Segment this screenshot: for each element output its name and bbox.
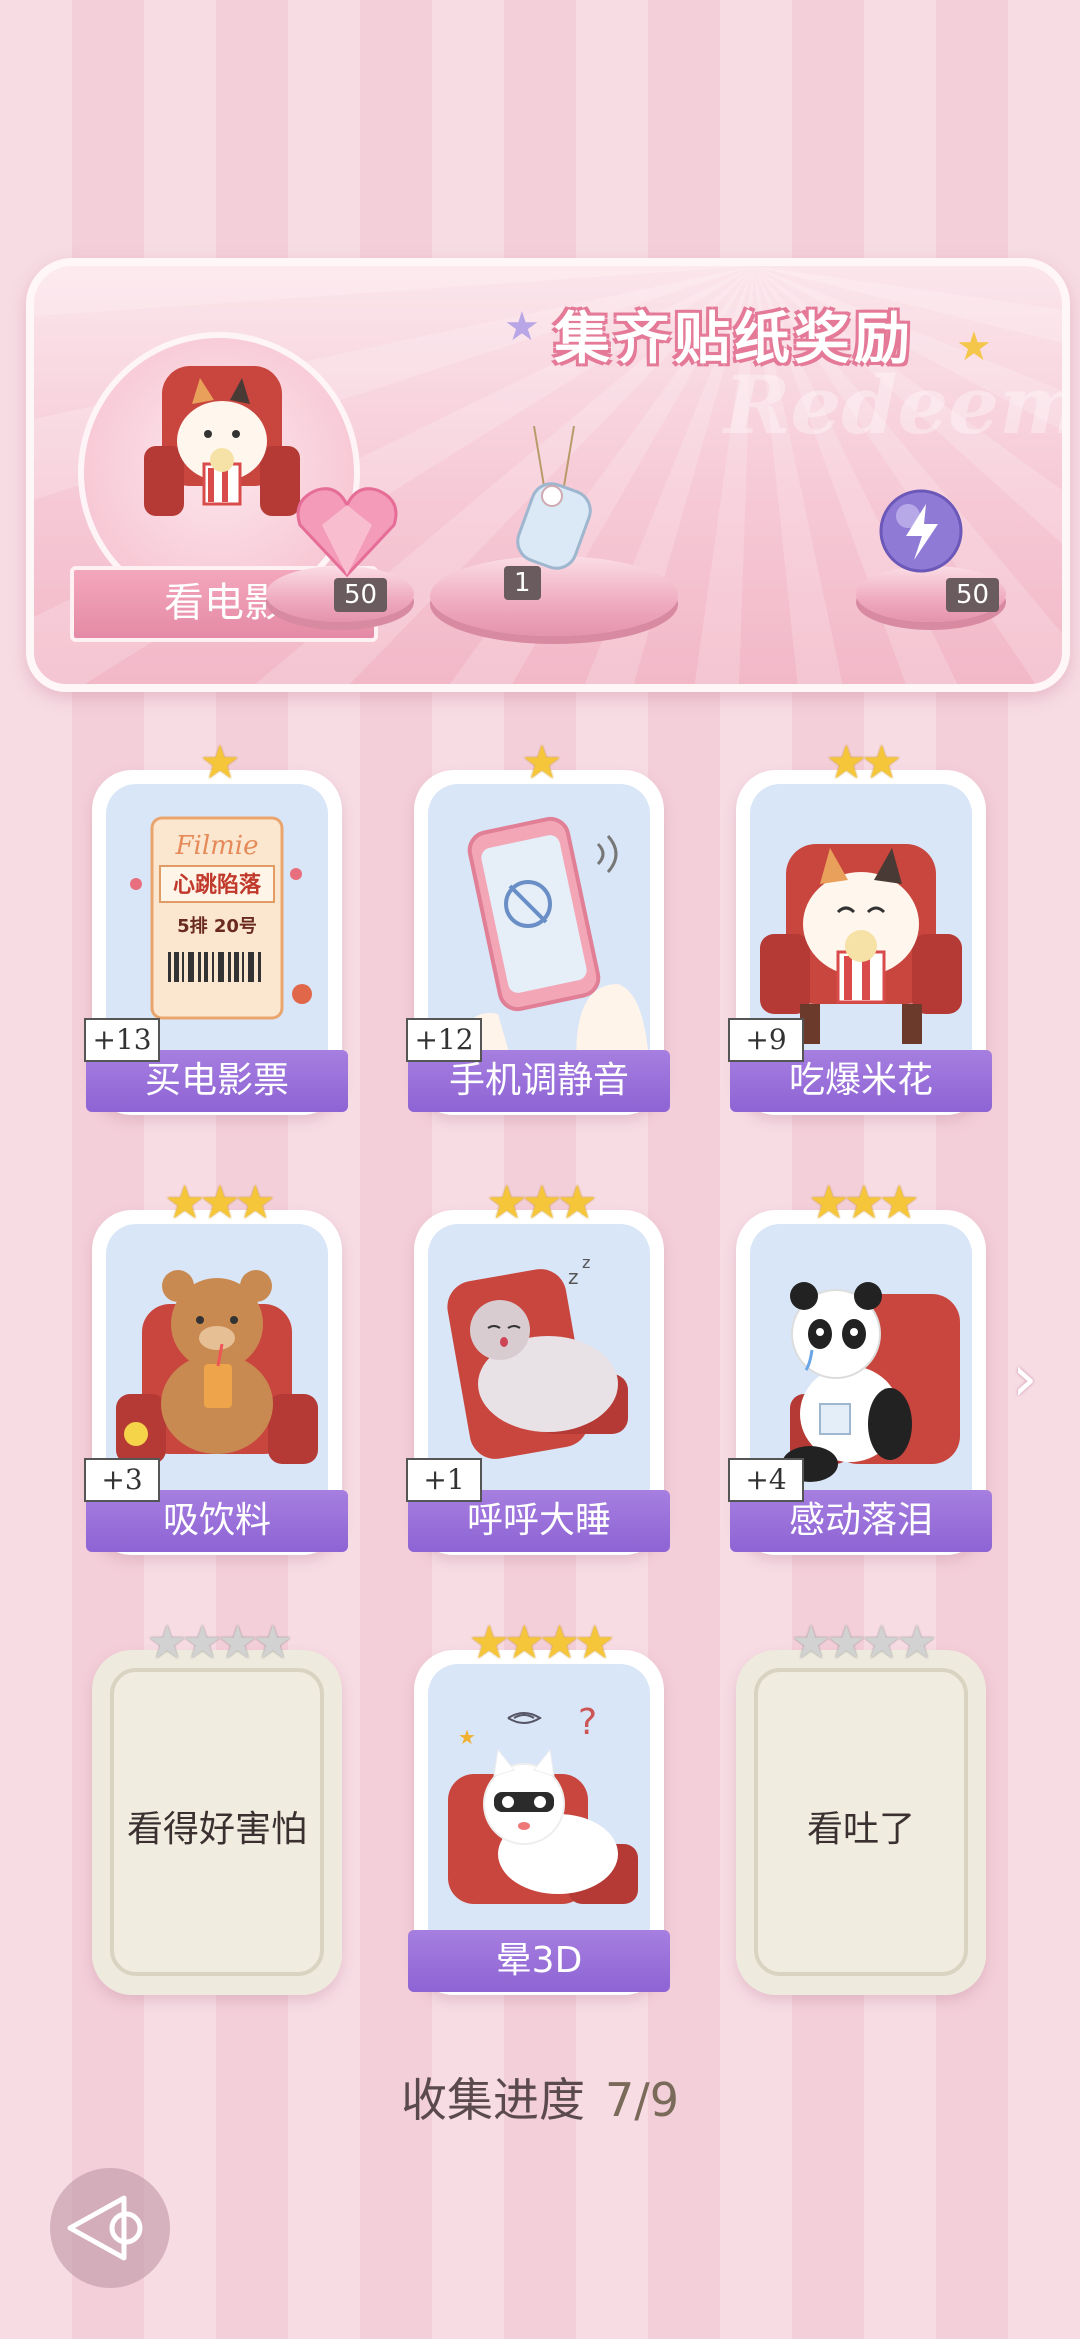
star-rating: ★★★ [164, 1175, 276, 1229]
star-rating: ★ [199, 735, 240, 789]
card-name: 看得好害怕 [126, 1809, 307, 1850]
card-name: 晕3D [408, 1930, 670, 1992]
star-rating: ★ [521, 735, 562, 789]
reward-count: 1 [504, 566, 541, 600]
back-button[interactable] [50, 2168, 170, 2288]
sticker-card-sleep[interactable]: ★★★ z z 呼呼大睡 +1 [406, 1176, 670, 1555]
star-rating: ★★ [825, 735, 903, 789]
back-arrow-icon [67, 2195, 143, 2261]
sticker-card-drink[interactable]: ★★★ 吸饮料 +3 [84, 1176, 348, 1555]
star-rating: ★★★ [486, 1175, 598, 1229]
sticker-card-puke-locked[interactable]: ★★★★ 看吐了 [736, 1616, 986, 1995]
bottle-charm-icon [516, 426, 592, 570]
bonus-badge: +9 [728, 1018, 804, 1062]
pink-heart-gem-icon [296, 487, 398, 578]
bonus-badge: +1 [406, 1458, 482, 1502]
sticker-card-3d-dizzy[interactable]: ★★★★ ? ★ 晕3D [408, 1616, 670, 1995]
svg-text:?: ? [578, 1702, 597, 1743]
banner-watermark: Redeem [724, 358, 1070, 452]
bonus-badge: +12 [406, 1018, 482, 1062]
star-rating: ★★★ [808, 1175, 920, 1229]
svg-text:★: ★ [458, 1725, 476, 1749]
ticket-brand: Filmie [174, 831, 258, 861]
progress-value: 7/9 [604, 2073, 680, 2127]
bonus-badge: +13 [84, 1018, 160, 1062]
progress-label: 收集进度 [400, 2073, 585, 2127]
star-rating: ★★★★ [146, 1615, 294, 1669]
reward-banner: ★ 集齐贴纸奖励 ★ Redeem 看电影 50 1 50 [26, 258, 1070, 692]
cat-3d-dizzy-icon: ? ★ [448, 1702, 638, 1904]
bonus-badge: +3 [84, 1458, 160, 1502]
sticker-card-mute-phone[interactable]: ★ 手机调静音 +12 [406, 736, 670, 1115]
svg-text:z: z [568, 1265, 579, 1289]
card-name: 看吐了 [806, 1809, 915, 1850]
reward-count: 50 [946, 578, 1000, 612]
sticker-card-eat-popcorn[interactable]: ★★ 吃爆米花 +9 [728, 736, 992, 1115]
star-icon: ★ [504, 304, 540, 350]
sticker-card-buy-ticket[interactable]: ★ Filmie 心跳陷落 5排 20号 买电影票 +13 [84, 736, 348, 1115]
reward-count: 50 [334, 578, 388, 612]
star-rating: ★★★★ [468, 1615, 616, 1669]
svg-text:z: z [582, 1253, 590, 1272]
bonus-badge: +4 [728, 1458, 804, 1502]
card-art: ? ★ [428, 1664, 650, 1964]
next-page-chevron-icon[interactable]: › [1012, 1342, 1038, 1416]
purple-energy-orb-icon [879, 489, 963, 573]
sticker-card-scared-locked[interactable]: ★★★★ 看得好害怕 [92, 1616, 342, 1995]
collection-progress: 收集进度 7/9 [0, 2064, 1080, 2130]
sticker-card-tears[interactable]: ★★★ 感动落泪 +4 [728, 1176, 992, 1555]
ticket-seat: 5排 20号 [177, 915, 257, 937]
cat-popcorn-seat-icon [144, 366, 300, 516]
ticket-title: 心跳陷落 [173, 872, 262, 898]
star-rating: ★★★★ [790, 1615, 938, 1669]
